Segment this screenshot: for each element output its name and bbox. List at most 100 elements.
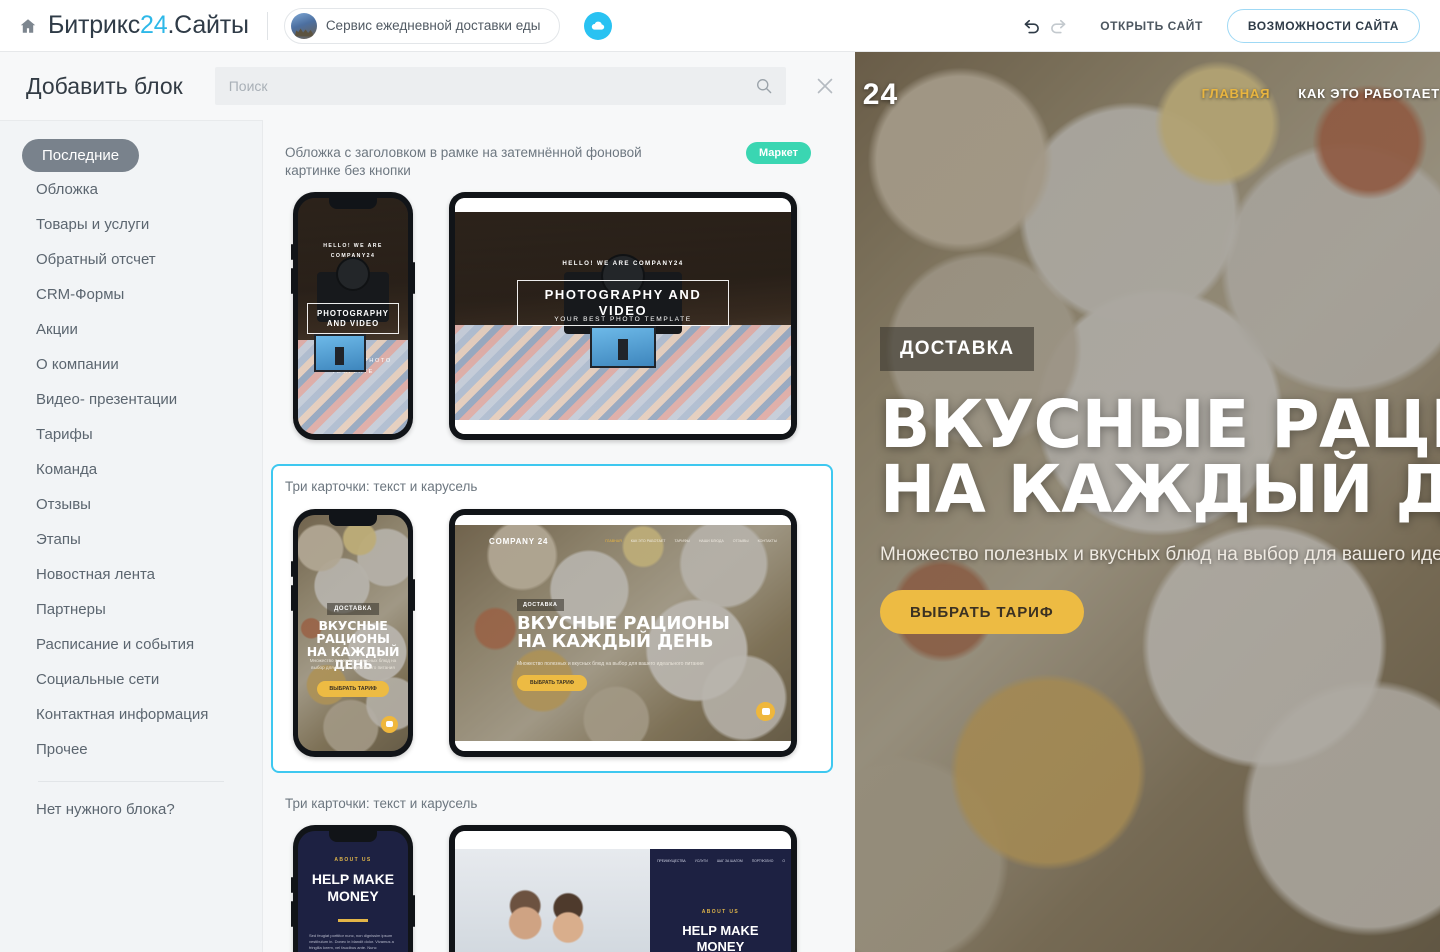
sidebar-item-goods-services[interactable]: Товары и услуги	[16, 207, 246, 242]
status-badge: Маркет	[746, 142, 811, 164]
block-card-three-cards-carousel[interactable]: Три карточки: текст и карусель ABOUT US …	[271, 781, 833, 952]
block-preview-mockups: ДОСТАВКА ВКУСНЫЕ РАЦИОНЫ НА КАЖДЫЙ ДЕНЬ М…	[285, 508, 819, 757]
preview-hero-subtitle: Множество полезных и вкусных блюд на выб…	[880, 544, 1440, 566]
preview-hero-kicker: ДОСТАВКА	[880, 327, 1035, 371]
phone-headline-top: HELLO! WE ARE COMPANY24	[323, 243, 383, 260]
tablet-nav-item: ПРЕИМУЩЕСТВА	[657, 858, 686, 863]
tablet-nav-item: ГЛАВНАЯ	[605, 538, 622, 543]
tablet-mockup[interactable]: HELLO! WE ARE COMPANY24 PHOTOGRAPHY AND …	[449, 192, 797, 441]
sidebar-item-recent[interactable]: Последние	[22, 139, 140, 172]
phone-notch	[329, 830, 377, 842]
site-features-button[interactable]: ВОЗМОЖНОСТИ САЙТА	[1226, 8, 1420, 43]
tablet-nav-item: УСЛУГИ	[694, 858, 708, 863]
tablet-about-label: ABOUT US	[701, 908, 740, 915]
sidebar-item-news-feed[interactable]: Новостная лента	[16, 557, 246, 592]
tablet-nav-item: ШАГ ЗА ШАГОМ	[716, 858, 743, 863]
block-card-cover-framed[interactable]: Обложка с заголовком в рамке на затемнён…	[271, 130, 833, 456]
current-site-name: Сервис ежедневной доставки еды	[325, 18, 541, 33]
redo-arrow-icon[interactable]	[1046, 13, 1072, 39]
phone-business-body: Sed feugiat porttitor nunc, non dignissi…	[309, 932, 395, 952]
phone-button-right	[413, 578, 415, 611]
undo-arrow-icon[interactable]	[1018, 13, 1044, 39]
tablet-nav-item: КОНТАКТЫ	[757, 538, 777, 543]
cloud-icon[interactable]	[583, 11, 612, 40]
block-card-three-cards-carousel-selected[interactable]: Три карточки: текст и карусель ДОСТАВКА	[271, 464, 833, 773]
search-field-wrapper[interactable]	[214, 67, 786, 105]
block-preview-mockups: HELLO! WE ARE COMPANY24 PHOTOGRAPHY AND VI…	[285, 192, 819, 441]
phone-notch	[329, 514, 377, 526]
sidebar-no-block-link[interactable]: Нет нужного блока?	[16, 792, 246, 827]
phone-button-right	[413, 894, 415, 927]
app-logo[interactable]: Битрикс24.Сайты	[48, 11, 249, 40]
preview-nav-item-main[interactable]: ГЛАВНАЯ	[1202, 86, 1271, 101]
sidebar-item-team[interactable]: Команда	[16, 452, 246, 487]
tablet-hero-kicker: ДОСТАВКА	[517, 598, 564, 611]
home-icon[interactable]	[18, 16, 38, 36]
header-actions: ОТКРЫТЬ САЙТ ВОЗМОЖНОСТИ САЙТА	[1018, 8, 1440, 43]
sidebar-item-partners[interactable]: Партнеры	[16, 592, 246, 627]
tablet-nav-item: КАК ЭТО РАБОТАЕТ	[630, 538, 666, 543]
sidebar-item-other[interactable]: Прочее	[16, 732, 246, 767]
preview-navbar: Y 24 ГЛАВНАЯ КАК ЭТО РАБОТАЕТ	[855, 66, 1440, 112]
app-logo-suffix: .Сайты	[167, 11, 249, 39]
open-site-button[interactable]: ОТКРЫТЬ САЙТ	[1100, 19, 1203, 33]
preview-nav-item-how[interactable]: КАК ЭТО РАБОТАЕТ	[1298, 86, 1440, 101]
add-block-panel-body: Последние Обложка Товары и услуги Обратн…	[0, 120, 855, 952]
phone-screen: HELLO! WE ARE COMPANY24 PHOTOGRAPHY AND VI…	[298, 198, 408, 435]
tablet-bottom-bar	[455, 420, 791, 435]
app-logo-prefix: Битрикс	[48, 11, 141, 39]
sidebar-divider	[38, 781, 224, 782]
current-site-chip[interactable]: Сервис ежедневной доставки еды	[283, 7, 560, 44]
block-card-title: Три карточки: текст и карусель	[285, 795, 478, 811]
sidebar-item-contact-info[interactable]: Контактная информация	[16, 697, 246, 732]
tablet-nav-item: ТАРИФЫ	[674, 538, 690, 543]
preview-hero-cta-button[interactable]: ВЫБРАТЬ ТАРИФ	[880, 590, 1084, 635]
tablet-hero-heading: ВКУСНЫЕ РАЦИОНЫ НА КАЖДЫЙ ДЕНЬ	[517, 612, 730, 653]
phone-button-left-1	[291, 560, 293, 577]
business-photo	[455, 848, 650, 952]
tablet-mockup[interactable]: ПРЕИМУЩЕСТВА УСЛУГИ ШАГ ЗА ШАГОМ ПОРТФОЛ…	[449, 824, 797, 952]
tablet-nav-item: О	[782, 858, 785, 863]
camera-lens	[336, 257, 370, 292]
sidebar-item-social-networks[interactable]: Социальные сети	[16, 662, 246, 697]
tablet-nav-item: ПОРТФОЛИО	[751, 858, 774, 863]
block-results-list[interactable]: Обложка с заголовком в рамке на затемнён…	[263, 120, 855, 952]
phone-about-label: ABOUT US	[334, 856, 372, 863]
site-preview[interactable]: Y 24 ГЛАВНАЯ КАК ЭТО РАБОТАЕТ ДОСТАВКА В…	[855, 52, 1440, 952]
sidebar-item-cover[interactable]: Обложка	[16, 172, 246, 207]
app-header: Битрикс24.Сайты Сервис ежедневной достав…	[0, 0, 1440, 52]
chat-widget-icon	[756, 701, 775, 721]
sidebar-item-crm-forms[interactable]: CRM-Формы	[16, 277, 246, 312]
header-divider	[266, 11, 268, 40]
sidebar-item-stages[interactable]: Этапы	[16, 522, 246, 557]
preview-logo[interactable]: Y 24	[855, 78, 898, 112]
tablet-mockup[interactable]: COMPANY 24 ГЛАВНАЯ КАК ЭТО РАБОТАЕТ ТАРИ…	[449, 508, 797, 757]
tablet-headline-bottom: YOUR BEST PHOTO TEMPLATE	[554, 316, 692, 324]
sidebar-item-schedule-events[interactable]: Расписание и события	[16, 627, 246, 662]
category-sidebar[interactable]: Последние Обложка Товары и услуги Обратн…	[0, 120, 263, 952]
sidebar-item-countdown[interactable]: Обратный отсчет	[16, 242, 246, 277]
sidebar-item-reviews[interactable]: Отзывы	[16, 487, 246, 522]
add-block-panel: Добавить блок Последние Обложка Товары и…	[0, 52, 855, 952]
phone-button-left-1	[291, 876, 293, 893]
tablet-site-logo: COMPANY 24	[489, 536, 549, 546]
block-preview-mockups: ABOUT US HELP MAKE MONEY Sed feugiat port…	[285, 824, 819, 952]
tablet-top-bar	[455, 830, 791, 849]
sidebar-item-tariffs[interactable]: Тарифы	[16, 417, 246, 452]
sidebar-item-video-presentations[interactable]: Видео- презентации	[16, 382, 246, 417]
phone-button-left-2	[291, 268, 293, 295]
preview-hero: ДОСТАВКА ВКУСНЫЕ РАЦИОНЫ НА КАЖДЫЙ ДЕНЬ …	[880, 327, 1440, 635]
search-icon[interactable]	[755, 77, 773, 100]
phone-hero-subtitle: Множество полезных и вкусных блюд на выб…	[309, 657, 397, 671]
block-card-title: Три карточки: текст и карусель	[285, 479, 478, 495]
sidebar-item-about-company[interactable]: О компании	[16, 347, 246, 382]
chat-widget-icon	[381, 715, 398, 733]
sidebar-item-promotions[interactable]: Акции	[16, 312, 246, 347]
phone-mockup[interactable]: ДОСТАВКА ВКУСНЫЕ РАЦИОНЫ НА КАЖДЫЙ ДЕНЬ М…	[291, 508, 415, 757]
search-input[interactable]	[214, 67, 786, 105]
phone-mockup[interactable]: ABOUT US HELP MAKE MONEY Sed feugiat port…	[291, 824, 415, 952]
app-logo-number: 24	[140, 11, 168, 39]
close-icon[interactable]	[812, 73, 838, 99]
phone-mockup[interactable]: HELLO! WE ARE COMPANY24 PHOTOGRAPHY AND VI…	[291, 192, 415, 441]
add-block-panel-header: Добавить блок	[0, 52, 855, 120]
